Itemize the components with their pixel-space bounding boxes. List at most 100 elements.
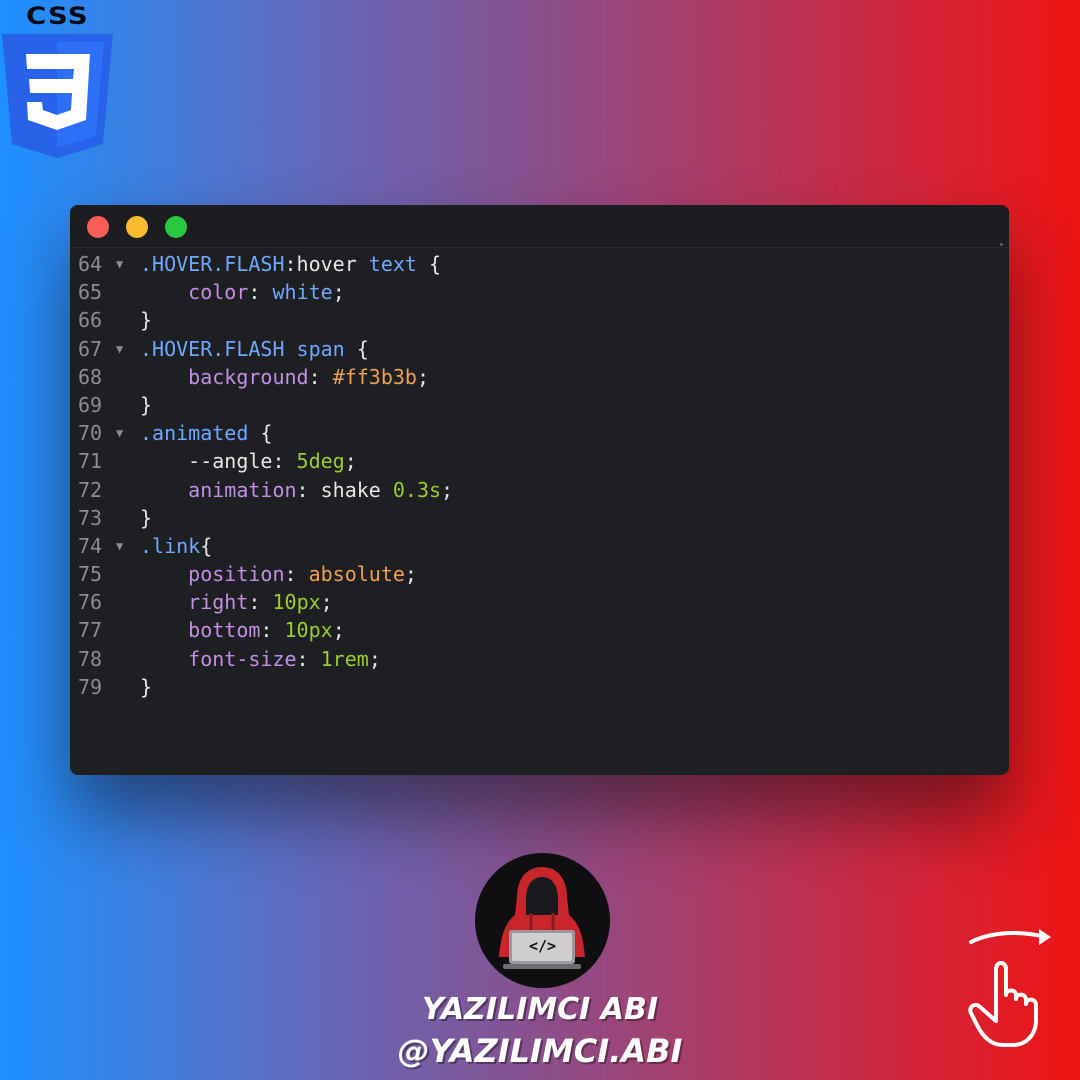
code-text: } <box>140 504 152 532</box>
code-token: .animated <box>140 421 249 446</box>
line-number: 70 <box>78 421 103 446</box>
code-line: 74 ▼ .link{ <box>70 532 1009 560</box>
code-token: : <box>308 364 333 389</box>
hooded-hacker-icon <box>475 853 610 988</box>
code-token: } <box>140 392 153 417</box>
code-token: } <box>140 505 153 530</box>
code-token: : <box>260 618 285 643</box>
avatar: </> <box>475 853 610 988</box>
code-token: 0.3s <box>392 477 442 502</box>
code-line: 73} <box>70 504 1009 532</box>
fold-arrow-icon[interactable]: ▼ <box>116 532 123 560</box>
code-token: font-size <box>188 646 297 671</box>
line-number: 73 <box>78 505 103 530</box>
css3-shield-icon <box>2 34 113 158</box>
code-token: span <box>296 336 345 361</box>
code-token: : <box>296 646 321 671</box>
code-text: } <box>140 391 152 419</box>
code-text: } <box>140 306 152 334</box>
code-line: 77 bottom: 10px; <box>70 616 1009 644</box>
line-number: 67 <box>78 336 103 361</box>
code-token: : shake <box>296 477 393 502</box>
code-token: { <box>344 336 369 361</box>
code-token: :hover <box>284 252 357 276</box>
code-token: { <box>200 533 213 558</box>
code-token: ; <box>416 364 430 389</box>
code-text: animation: shake 0.3s; <box>140 476 453 504</box>
code-line: 65 color: white; <box>70 278 1009 306</box>
swipe-hand-icon[interactable] <box>963 925 1053 1050</box>
line-number: 79 <box>78 674 103 699</box>
code-token: position <box>188 562 285 587</box>
brand-name: YAZILIMCI ABI <box>422 992 658 1027</box>
code-token: 10px <box>284 618 333 643</box>
code-token: ; <box>332 280 345 305</box>
code-token: ; <box>344 449 357 474</box>
code-line: 70 ▼ .animated { <box>70 419 1009 447</box>
code-line: 68 background: #ff3b3b; <box>70 363 1009 391</box>
line-number: 76 <box>78 590 103 615</box>
code-token: bottom <box>188 618 261 643</box>
close-button[interactable] <box>87 216 109 238</box>
code-text: position: absolute; <box>140 560 417 588</box>
line-number: 65 <box>78 280 103 305</box>
code-text: color: white; <box>140 278 345 306</box>
code-token: 5deg <box>296 449 345 474</box>
code-token: ; <box>320 590 333 615</box>
fold-arrow-icon[interactable]: ▼ <box>116 335 123 363</box>
maximize-button[interactable] <box>165 216 187 238</box>
code-token: : <box>284 562 309 587</box>
minimize-button[interactable] <box>126 216 148 238</box>
code-token: ; <box>404 562 417 587</box>
code-token: .link <box>140 533 201 558</box>
code-token: --angle: <box>140 449 297 474</box>
line-number: 68 <box>78 364 103 389</box>
code-token: 10px <box>272 590 321 615</box>
code-token: } <box>140 674 153 699</box>
code-line: 71 --angle: 5deg; <box>70 447 1009 475</box>
code-token: ; <box>332 618 345 643</box>
line-number: 77 <box>78 618 103 643</box>
code-area[interactable]: 64 ▼ .HOVER.FLASH:hover text {65 color: wh… <box>70 250 1009 701</box>
code-line: 64 ▼ .HOVER.FLASH:hover text { <box>70 250 1009 278</box>
line-number: 71 <box>78 449 103 474</box>
line-number: 72 <box>78 477 103 502</box>
code-token: background <box>188 364 309 389</box>
code-token: } <box>140 308 153 333</box>
code-token: #ff3b3b <box>332 364 417 389</box>
code-text: font-size: 1rem; <box>140 645 381 673</box>
code-line: 75 position: absolute; <box>70 560 1009 588</box>
scroll-marker <box>1000 243 1003 246</box>
fold-arrow-icon[interactable]: ▼ <box>116 250 123 278</box>
code-token: { <box>416 252 442 276</box>
code-token: white <box>272 280 333 305</box>
fold-arrow-icon[interactable]: ▼ <box>116 419 123 447</box>
code-token: : <box>248 280 273 305</box>
code-text: .animated { <box>140 419 272 447</box>
code-text: .HOVER.FLASH span { <box>140 335 369 363</box>
code-text: } <box>140 673 152 701</box>
code-token: ; <box>441 477 454 502</box>
code-text: --angle: 5deg; <box>140 447 357 475</box>
code-text: bottom: 10px; <box>140 616 345 644</box>
line-number: 74 <box>78 533 103 558</box>
code-text: .link{ <box>140 532 212 560</box>
code-token: .HOVER.FLASH <box>140 336 285 361</box>
code-line: 79} <box>70 673 1009 701</box>
css3-logo: CSS <box>0 0 115 160</box>
code-token: color <box>188 280 249 305</box>
line-number: 66 <box>78 308 103 333</box>
code-line: 67 ▼ .HOVER.FLASH span { <box>70 335 1009 363</box>
brand-handle: @YAZILIMCI.ABI <box>397 1032 683 1070</box>
line-number: 78 <box>78 646 103 671</box>
code-token: : <box>248 590 273 615</box>
code-line: 66} <box>70 306 1009 334</box>
